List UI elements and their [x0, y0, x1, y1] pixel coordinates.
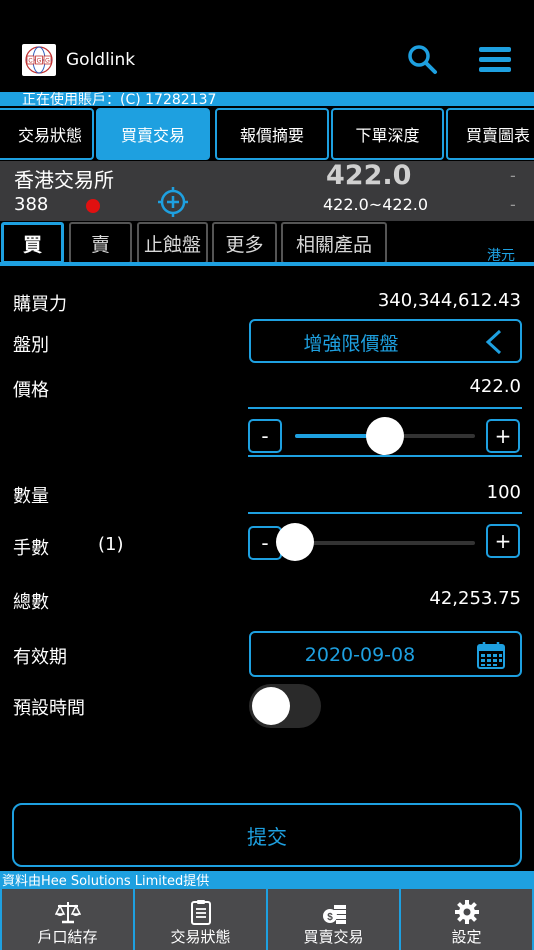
quantity-divider — [248, 512, 522, 514]
subtab-related-products[interactable]: 相關產品 — [281, 222, 387, 264]
buying-power-value: 340,344,612.43 — [377, 290, 521, 311]
quantity-value[interactable]: 100 — [487, 482, 521, 503]
tab-trade-chart[interactable]: 買賣圖表 — [446, 108, 534, 160]
exchange-name: 香港交易所 — [14, 168, 114, 192]
subtab-underline — [0, 262, 534, 266]
stock-code[interactable]: 388 — [14, 194, 48, 215]
buying-power-label: 購買力 — [13, 294, 67, 315]
nav-label: 買賣交易 — [303, 928, 364, 946]
lots-slider-thumb[interactable] — [276, 523, 314, 561]
validity-date-picker[interactable]: 2020-09-08 — [249, 631, 522, 677]
last-price: 422.0 — [326, 160, 412, 191]
validity-label: 有效期 — [13, 647, 67, 668]
change-percent: - — [510, 195, 516, 214]
price-plus-button[interactable]: + — [486, 419, 520, 453]
gear-icon — [454, 900, 479, 924]
price-divider-bottom — [248, 455, 522, 457]
nav-label: 交易狀態 — [170, 928, 231, 946]
clipboard-icon — [190, 900, 211, 925]
order-type-value: 增強限價盤 — [303, 332, 399, 355]
app-title: Goldlink — [66, 50, 136, 70]
preset-time-toggle[interactable] — [249, 684, 321, 728]
tab-trade-status[interactable]: 交易狀態 — [0, 108, 94, 160]
tab-quote-summary[interactable]: 報價摘要 — [215, 108, 329, 160]
price-divider — [248, 407, 522, 409]
subtab-more[interactable]: 更多 — [212, 222, 277, 264]
lots-value: (1) — [98, 534, 124, 555]
calendar-icon — [477, 642, 505, 669]
svg-text:G: G — [37, 59, 42, 65]
nav-label: 設定 — [451, 928, 482, 946]
tab-trading[interactable]: 買賣交易 — [96, 108, 210, 160]
nav-trade-status[interactable]: 交易狀態 — [135, 889, 266, 950]
scale-icon — [54, 902, 81, 924]
subtab-stop-loss[interactable]: 止蝕盤 — [137, 222, 208, 264]
lots-label: 手數 — [13, 538, 49, 559]
quantity-label: 數量 — [13, 486, 49, 507]
subtab-buy[interactable]: 買 — [1, 222, 64, 264]
app-logo: C G G — [22, 44, 56, 76]
nav-account-balance[interactable]: 戶口結存 — [2, 889, 133, 950]
chevron-left-icon — [485, 329, 502, 355]
currency-label: 港元 — [487, 248, 515, 264]
validity-date-value: 2020-09-08 — [304, 644, 416, 666]
status-dot — [86, 199, 100, 213]
search-icon[interactable] — [406, 43, 438, 75]
price-slider-thumb[interactable] — [366, 417, 404, 455]
svg-text:C: C — [28, 59, 33, 65]
account-label: 正在使用賬戶：(C) 17282137 — [22, 92, 217, 108]
toggle-knob — [252, 687, 290, 725]
hamburger-menu-icon[interactable] — [478, 44, 512, 74]
order-type-selector[interactable]: 增強限價盤 — [249, 319, 522, 363]
main-tabs: 交易狀態 買賣交易 報價摘要 下單深度 買賣圖表 — [0, 108, 534, 160]
price-value[interactable]: 422.0 — [469, 376, 521, 397]
nav-trading[interactable]: $ 買賣交易 — [268, 889, 399, 950]
change-value: - — [510, 166, 516, 185]
price-range: 422.0~422.0 — [323, 195, 429, 214]
svg-text:$: $ — [327, 912, 333, 923]
nav-label: 戶口結存 — [37, 928, 98, 946]
subtab-sell[interactable]: 賣 — [69, 222, 132, 264]
preset-time-label: 預設時間 — [13, 698, 85, 719]
tab-order-depth[interactable]: 下單深度 — [331, 108, 444, 160]
svg-text:G: G — [45, 59, 50, 65]
price-minus-button[interactable]: - — [248, 419, 282, 453]
total-label: 總數 — [13, 592, 49, 613]
price-label: 價格 — [13, 380, 49, 401]
add-watchlist-icon[interactable] — [158, 187, 188, 217]
money-icon: $ — [322, 905, 346, 924]
order-type-label: 盤別 — [13, 335, 49, 356]
lots-plus-button[interactable]: + — [486, 524, 520, 558]
submit-button[interactable]: 提交 — [12, 803, 522, 867]
app-header — [0, 0, 534, 92]
total-value: 42,253.75 — [429, 588, 521, 609]
lots-slider-track[interactable] — [295, 541, 475, 545]
nav-settings[interactable]: 設定 — [401, 889, 532, 950]
